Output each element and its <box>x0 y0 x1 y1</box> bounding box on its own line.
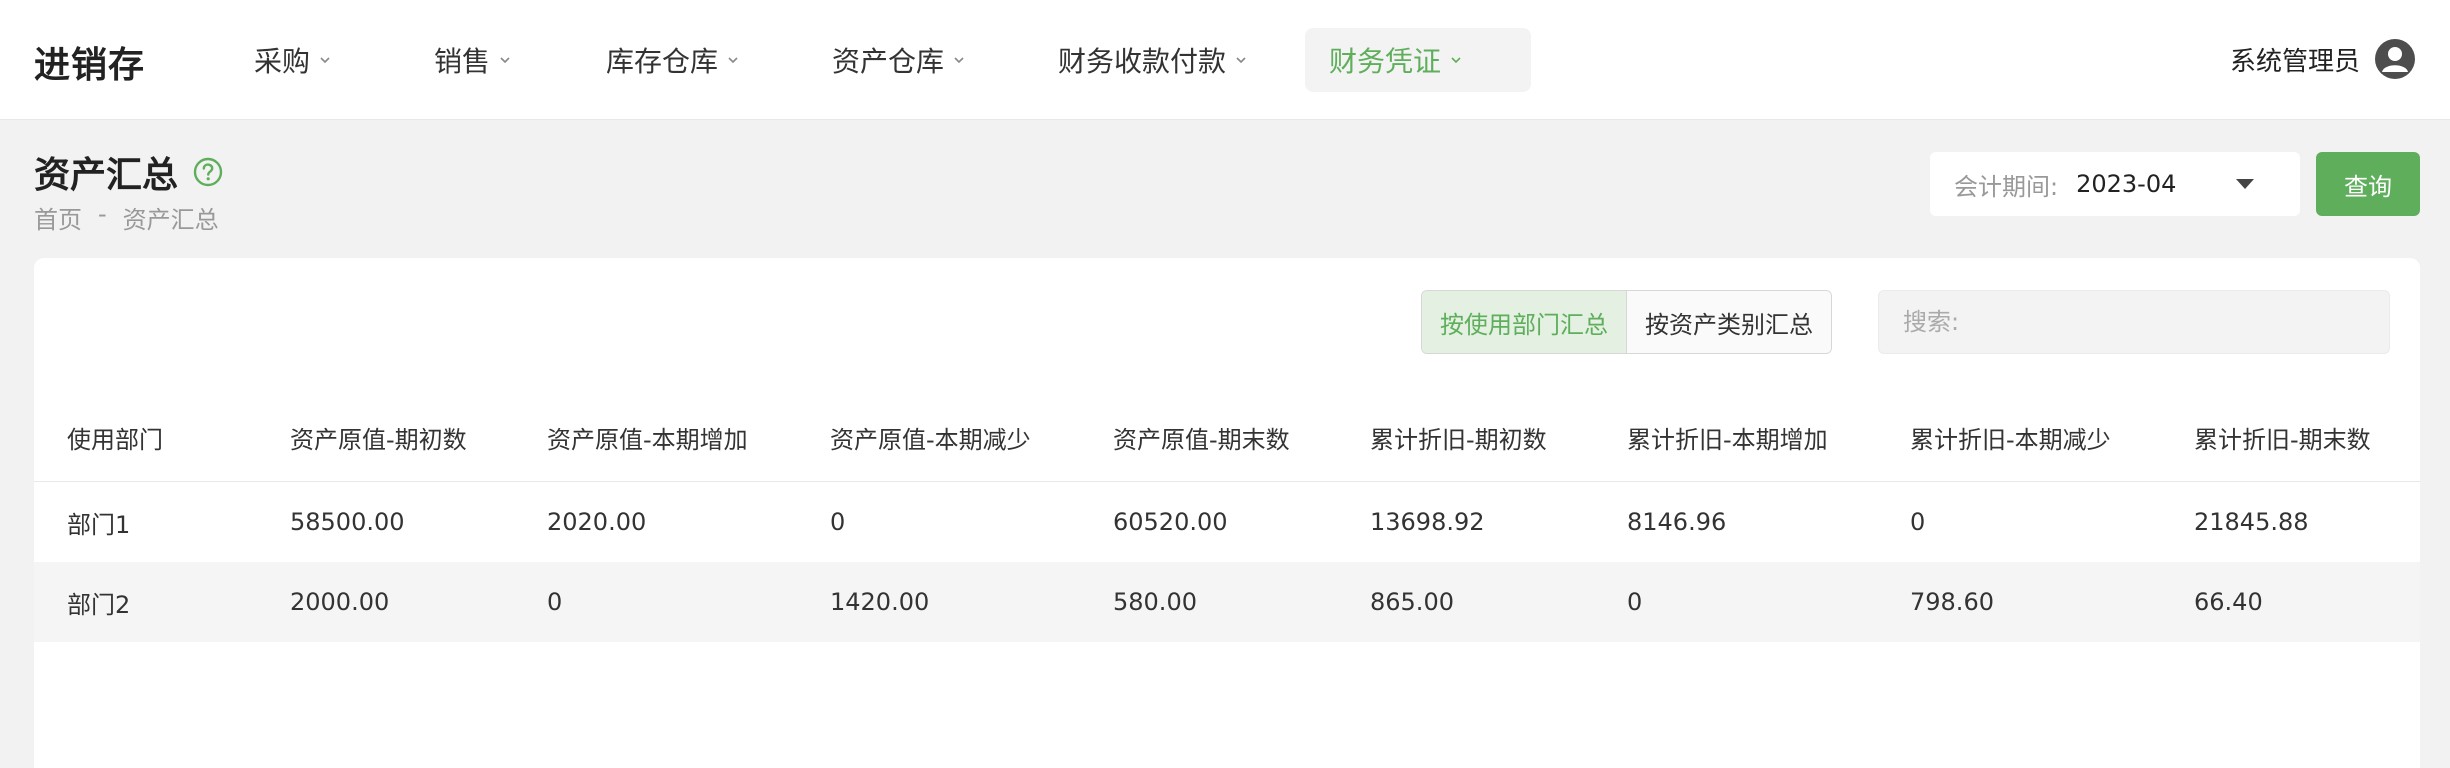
column-header: 资产原值-期初数 <box>290 426 467 454</box>
table-cell: 部门2 <box>67 590 131 619</box>
table-row[interactable]: 部门1 58500.00 2020.00 0 60520.00 13698.92… <box>34 482 2420 562</box>
summary-card: 按使用部门汇总 按资产类别汇总 使用部门 资产原值-期初数 资产原值-本期增加 … <box>34 258 2420 768</box>
column-header: 资产原值-本期减少 <box>830 426 1031 454</box>
table-row[interactable]: 部门2 2000.00 0 1420.00 580.00 865.00 0 79… <box>34 562 2420 642</box>
column-header: 累计折旧-本期增加 <box>1627 426 1828 454</box>
table-cell: 580.00 <box>1113 588 1197 616</box>
app-brand: 进销存 <box>34 45 146 86</box>
chevron-down-icon <box>500 57 510 64</box>
breadcrumb-home[interactable]: 首页 <box>34 200 82 235</box>
table-cell: 0 <box>1627 588 1643 616</box>
group-by-department-button[interactable]: 按使用部门汇总 <box>1422 291 1627 353</box>
nav-item-purchase[interactable]: 采购 <box>230 28 356 92</box>
table-header-row: 使用部门 资产原值-期初数 资产原值-本期增加 资产原值-本期减少 资产原值-期… <box>34 394 2420 482</box>
caret-down-icon <box>2236 179 2254 189</box>
query-button[interactable]: 查询 <box>2316 152 2420 216</box>
table-cell: 798.60 <box>1910 588 1994 616</box>
table-cell: 2020.00 <box>547 508 647 536</box>
chevron-down-icon <box>1236 57 1246 64</box>
column-header: 累计折旧-期初数 <box>1370 426 1547 454</box>
table-cell: 865.00 <box>1370 588 1454 616</box>
chevron-down-icon <box>728 57 738 64</box>
nav-item-label: 销售 <box>434 45 491 78</box>
table-cell: 66.40 <box>2194 588 2263 616</box>
column-header: 资产原值-本期增加 <box>547 426 748 454</box>
column-header: 累计折旧-本期减少 <box>1910 426 2111 454</box>
table-cell: 部门1 <box>67 510 131 539</box>
breadcrumb-current: 资产汇总 <box>122 206 219 234</box>
top-nav-bar: 进销存 采购 销售 库存仓库 资产仓库 财务收款付款 财务凭证 系统管理员 <box>0 0 2450 120</box>
page-title-text: 资产汇总 <box>34 155 179 196</box>
search-input[interactable] <box>1878 290 2390 354</box>
nav-item-sales[interactable]: 销售 <box>410 28 536 92</box>
table-cell: 21845.88 <box>2194 508 2309 536</box>
table-cell: 0 <box>830 508 846 536</box>
nav-item-label: 财务收款付款 <box>1058 45 1227 78</box>
breadcrumb-separator: - <box>98 200 107 228</box>
nav-item-label: 库存仓库 <box>606 45 719 78</box>
group-by-category-button[interactable]: 按资产类别汇总 <box>1627 291 1831 353</box>
user-name: 系统管理员 <box>2229 46 2360 77</box>
column-header: 使用部门 <box>67 426 163 454</box>
table-cell: 0 <box>1910 508 1926 536</box>
page-title: 资产汇总 <box>34 146 224 198</box>
accounting-period-select[interactable]: 会计期间: 2023-04 <box>1930 152 2300 216</box>
breadcrumb: 首页 - 资产汇总 <box>34 200 219 235</box>
nav-item-asset-warehouse[interactable]: 资产仓库 <box>808 28 990 92</box>
column-header: 资产原值-期末数 <box>1113 426 1290 454</box>
chevron-down-icon <box>1451 57 1461 64</box>
table-cell: 0 <box>547 588 563 616</box>
group-by-toggle: 按使用部门汇总 按资产类别汇总 <box>1421 290 1832 354</box>
period-label: 会计期间: <box>1954 172 2059 201</box>
table-cell: 8146.96 <box>1627 508 1727 536</box>
nav-item-label: 财务凭证 <box>1329 45 1442 78</box>
nav-item-inventory-warehouse[interactable]: 库存仓库 <box>582 28 764 92</box>
question-circle-icon[interactable] <box>192 156 224 188</box>
table-cell: 60520.00 <box>1113 508 1228 536</box>
table-cell: 13698.92 <box>1370 508 1485 536</box>
chevron-down-icon <box>954 57 964 64</box>
table-cell: 1420.00 <box>830 588 930 616</box>
table-cell: 58500.00 <box>290 508 405 536</box>
user-avatar-icon <box>2375 39 2415 79</box>
table-cell: 2000.00 <box>290 588 390 616</box>
chevron-down-icon <box>320 57 330 64</box>
nav-item-finance-receipts-payments[interactable]: 财务收款付款 <box>1034 28 1272 92</box>
column-header: 累计折旧-期末数 <box>2194 426 2371 454</box>
period-value: 2023-04 <box>2076 170 2177 198</box>
nav-item-label: 资产仓库 <box>832 45 945 78</box>
nav-item-finance-vouchers[interactable]: 财务凭证 <box>1305 28 1531 92</box>
nav-item-label: 采购 <box>254 45 311 78</box>
asset-summary-table: 使用部门 资产原值-期初数 资产原值-本期增加 资产原值-本期减少 资产原值-期… <box>34 394 2420 642</box>
user-menu[interactable]: 系统管理员 <box>2230 36 2416 82</box>
